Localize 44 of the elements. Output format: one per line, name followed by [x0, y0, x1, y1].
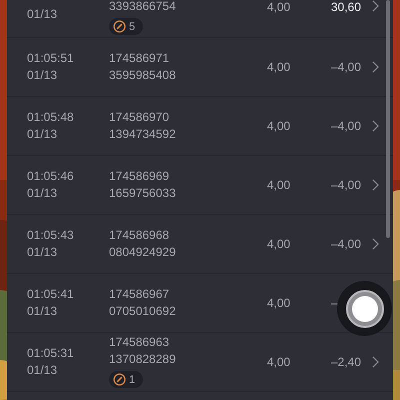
serial-number: 3393866754 — [109, 0, 176, 13]
quantity-text: 4,00 — [267, 237, 290, 251]
quantity-text: 4,00 — [267, 60, 290, 74]
quantity-text: 4,00 — [267, 0, 290, 14]
quantity-text: 4,00 — [267, 119, 290, 133]
time-text: 01:05:31 — [27, 347, 75, 360]
amount-text: –4,00 — [331, 237, 362, 251]
serial-number: 0804924929 — [109, 246, 176, 259]
badge-count: 5 — [129, 20, 136, 32]
amount-text: –4,00 — [331, 178, 362, 192]
time-text: 01:05:41 — [27, 288, 75, 301]
serial-number: 1394734592 — [109, 128, 176, 141]
time-text: 01:05:51 — [27, 52, 75, 65]
time-text: 01:05:48 — [27, 111, 75, 124]
time-text: 01:05:43 — [27, 229, 75, 242]
date-text: 01/13 — [27, 246, 58, 259]
order-number: 174586968 — [109, 229, 170, 242]
amount-text: –4,00 — [331, 60, 362, 74]
order-number: 174586963 — [109, 336, 170, 349]
amount-text: –2,40 — [331, 355, 362, 369]
order-number: 174586969 — [109, 170, 170, 183]
quantity-text: 4,00 — [267, 355, 290, 369]
transaction-row[interactable]: 01:05:31 01/13 174586963 1370828289 1 4,00 –2,40 — [7, 333, 393, 392]
amount-text: 30,60 — [331, 0, 362, 14]
badge-count: 1 — [129, 374, 136, 386]
date-text: 01/13 — [27, 187, 58, 200]
serial-number: 1659756033 — [109, 187, 176, 200]
order-number: 174586967 — [109, 288, 170, 301]
date-text: 01/13 — [27, 364, 58, 377]
date-text: 01/13 — [27, 128, 58, 141]
amount-text: –4,00 — [331, 119, 362, 133]
serial-number: 0705010692 — [109, 305, 176, 318]
order-number: 174586970 — [109, 111, 170, 124]
order-number: 174586971 — [109, 52, 170, 65]
time-text: 01:05:46 — [27, 170, 75, 183]
quantity-text: 4,00 — [267, 296, 290, 310]
serial-number: 1370828289 — [109, 353, 176, 366]
date-text: 01/13 — [27, 8, 58, 21]
scrollbar[interactable] — [386, 0, 390, 238]
serial-number: 3595985408 — [109, 69, 176, 82]
quantity-text: 4,00 — [267, 178, 290, 192]
date-text: 01/13 — [27, 69, 58, 82]
date-text: 01/13 — [27, 305, 58, 318]
amount-text: – — [331, 296, 338, 310]
